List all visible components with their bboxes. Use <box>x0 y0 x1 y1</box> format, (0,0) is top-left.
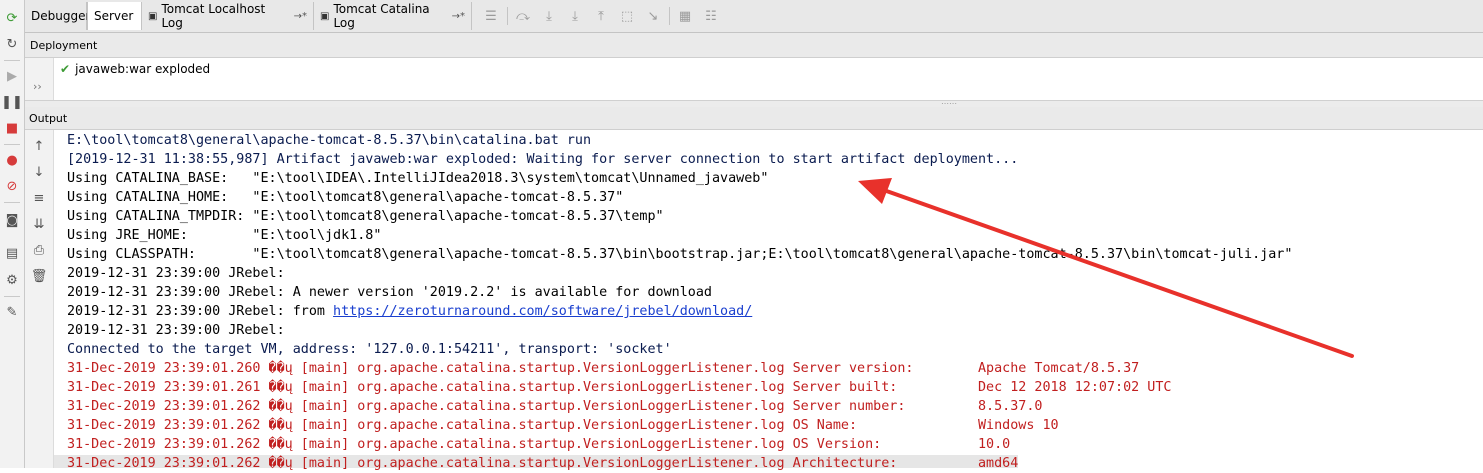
left-toolbar: ⟳ ↻ ▶ ❚❚ ■ ● ⊘ ◙ ▤ ⚙ ✎ <box>0 0 25 468</box>
trace-icon[interactable]: ☷ <box>701 6 721 26</box>
tab-label: Debugger <box>31 9 91 23</box>
console-line-text: 31-Dec-2019 23:39:01.262 ��ų [main] org.… <box>67 456 1019 471</box>
log-file-icon: ▣ <box>148 10 158 22</box>
stop-icon[interactable]: ■ <box>2 118 22 138</box>
console-line: Using JRE_HOME: "E:\tool\jdk1.8" <box>67 226 1483 245</box>
tab-tomcat-catalina-log[interactable]: ▣ Tomcat Catalina Log →* <box>314 2 472 30</box>
console-line: 31-Dec-2019 23:39:01.262 ��ų [main] org.… <box>67 397 1483 416</box>
deployment-title: Deployment <box>30 38 98 52</box>
console-line: 31-Dec-2019 23:39:01.260 ��ų [main] org.… <box>67 359 1483 378</box>
console-line: 31-Dec-2019 23:39:01.262 ��ų [main] org.… <box>67 416 1483 435</box>
output-header: Output <box>25 107 1483 130</box>
console-line: 2019-12-31 23:39:00 JRebel: A newer vers… <box>67 283 1483 302</box>
expand-chevron-icon[interactable]: ›› <box>33 80 42 93</box>
console-line-text: 31-Dec-2019 23:39:01.262 ��ų [main] org.… <box>67 418 1059 433</box>
pause-icon[interactable]: ❚❚ <box>1 92 23 112</box>
mute-breakpoints-icon[interactable]: ⊘ <box>2 176 22 196</box>
view-breakpoints-icon[interactable]: ● <box>2 150 22 170</box>
deployment-item[interactable]: ✔ javaweb:war exploded <box>60 60 210 78</box>
console-line-text: 31-Dec-2019 23:39:01.262 ��ų [main] org.… <box>67 437 1011 452</box>
console-line-text: Using CATALINA_BASE: "E:\tool\IDEA\.Inte… <box>67 171 769 186</box>
step-out-icon[interactable]: ⤒ <box>591 6 611 26</box>
console-output[interactable]: E:\tool\tomcat8\general\apache-tomcat-8.… <box>67 131 1483 473</box>
scroll-up-icon[interactable]: ↑ <box>29 136 49 156</box>
console-line-text: 2019-12-31 23:39:00 JRebel: <box>67 323 285 338</box>
console-line-text: 2019-12-31 23:39:00 JRebel: <box>67 266 285 281</box>
console-line: Using CATALINA_BASE: "E:\tool\IDEA\.Inte… <box>67 169 1483 188</box>
log-file-icon: ▣ <box>320 10 330 22</box>
console-line: Using CATALINA_TMPDIR: "E:\tool\tomcat8\… <box>67 207 1483 226</box>
deployment-header: Deployment <box>25 33 1483 58</box>
pin-icon[interactable]: ✎ <box>2 302 22 322</box>
console-line-text: Using JRE_HOME: "E:\tool\jdk1.8" <box>67 228 382 243</box>
console-line-text: Using CATALINA_TMPDIR: "E:\tool\tomcat8\… <box>67 209 664 224</box>
console-line-text: Using CATALINA_HOME: "E:\tool\tomcat8\ge… <box>67 190 624 205</box>
tab-pin-indicator: →* <box>451 10 465 22</box>
console-line: 2019-12-31 23:39:00 JRebel: <box>67 264 1483 283</box>
clear-all-icon[interactable]: 🗑 <box>29 266 49 286</box>
tab-debugger[interactable]: Debugger <box>25 2 91 30</box>
step-over-icon[interactable]: ⤼ <box>513 6 533 26</box>
console-line: E:\tool\tomcat8\general\apache-tomcat-8.… <box>67 131 1483 150</box>
run-to-cursor-icon[interactable]: ↘ <box>643 6 663 26</box>
drop-frame-icon[interactable]: ⬚ <box>617 6 637 26</box>
scroll-to-end-icon[interactable]: ⇊ <box>29 214 49 234</box>
tab-server[interactable]: Server <box>87 2 142 30</box>
step-into-icon[interactable]: ⤓ <box>539 6 559 26</box>
console-line: 2019-12-31 23:39:00 JRebel: <box>67 321 1483 340</box>
console-line-text: E:\tool\tomcat8\general\apache-tomcat-8.… <box>67 133 592 148</box>
print-icon[interactable]: ⎙ <box>29 240 49 260</box>
console-line: Connected to the target VM, address: '12… <box>67 340 1483 359</box>
console-line: [2019-12-31 11:38:55,987] Artifact javaw… <box>67 150 1483 169</box>
output-title: Output <box>29 111 68 125</box>
deployment-item-label: javaweb:war exploded <box>75 62 211 76</box>
console-line: 2019-12-31 23:39:00 JRebel: from https:/… <box>67 302 1483 321</box>
tab-pin-indicator: →* <box>293 10 307 22</box>
console-line: 31-Dec-2019 23:39:01.262 ��ų [main] org.… <box>67 435 1483 454</box>
camera-icon[interactable]: ◙ <box>2 210 22 230</box>
console-line-text: 31-Dec-2019 23:39:01.260 ��ų [main] org.… <box>67 361 1140 376</box>
console-line-text: Using CLASSPATH: "E:\tool\tomcat8\genera… <box>67 247 1293 262</box>
refresh-icon[interactable]: ↻ <box>2 34 22 54</box>
deployment-gutter: ›› <box>25 58 54 100</box>
soft-wrap-icon[interactable]: ≡ <box>29 188 49 208</box>
console-line-text: 31-Dec-2019 23:39:01.261 ��ų [main] org.… <box>67 380 1172 395</box>
console-line: Using CLASSPATH: "E:\tool\tomcat8\genera… <box>67 245 1483 264</box>
console-line: Using CATALINA_HOME: "E:\tool\tomcat8\ge… <box>67 188 1483 207</box>
rerun-icon[interactable]: ⟳ <box>2 8 22 28</box>
check-icon: ✔ <box>60 62 71 76</box>
tab-label: Server <box>94 9 134 23</box>
deployment-list <box>54 58 1483 100</box>
show-execution-point-icon[interactable]: ☰ <box>481 6 501 26</box>
console-line-text: 31-Dec-2019 23:39:01.262 ��ų [main] org.… <box>67 399 1043 414</box>
tab-tomcat-localhost-log[interactable]: ▣ Tomcat Localhost Log →* <box>142 2 314 30</box>
output-gutter: ↑ ↓ ≡ ⇊ ⎙ 🗑 <box>25 130 54 468</box>
layout-icon[interactable]: ▤ <box>2 243 22 263</box>
scroll-down-icon[interactable]: ↓ <box>29 162 49 182</box>
tab-label: Tomcat Catalina Log <box>333 2 430 30</box>
console-line-text: [2019-12-31 11:38:55,987] Artifact javaw… <box>67 152 1019 167</box>
console-line: 31-Dec-2019 23:39:01.262 ��ų [main] org.… <box>67 454 1483 473</box>
force-step-into-icon[interactable]: ⤓ <box>565 6 585 26</box>
resume-icon[interactable]: ▶ <box>2 66 22 86</box>
tab-bar: Debugger Server ▣ Tomcat Localhost Log →… <box>25 0 1483 33</box>
evaluate-expression-icon[interactable]: ▦ <box>675 6 695 26</box>
settings-icon[interactable]: ⚙ <box>2 270 22 290</box>
console-line-text: 2019-12-31 23:39:00 JRebel: from <box>67 304 334 319</box>
console-line: 31-Dec-2019 23:39:01.261 ��ų [main] org.… <box>67 378 1483 397</box>
tab-label: Tomcat Localhost Log <box>161 2 266 30</box>
download-link[interactable]: https://zeroturnaround.com/software/jreb… <box>333 304 752 319</box>
console-line-text: 2019-12-31 23:39:00 JRebel: A newer vers… <box>67 285 712 300</box>
console-line-text: Connected to the target VM, address: '12… <box>67 342 672 357</box>
